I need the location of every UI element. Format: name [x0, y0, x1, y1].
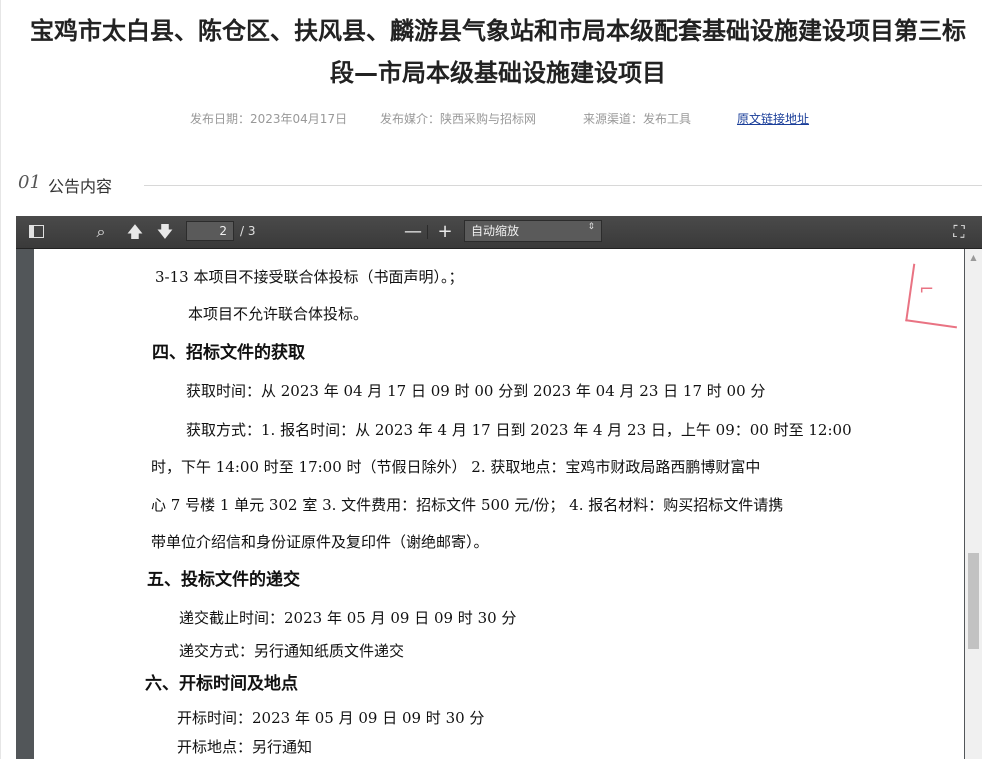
pdf-toolbar: ⌕ 🡅 🡇 2 / 3 — + 自动缩放 ⇕ ⛶ — [16, 216, 982, 249]
viewer-margin — [16, 249, 34, 759]
doc-line: 心 7 号楼 1 单元 302 室 3. 文件费用：招标文件 500 元/份； … — [151, 496, 784, 514]
scroll-up-icon[interactable]: ▲ — [965, 249, 982, 266]
sidebar-toggle-icon[interactable] — [26, 222, 48, 242]
doc-line: 开标地点：另行通知 — [177, 738, 313, 756]
page-title-line-1: 宝鸡市太白县、陈仓区、扶风县、麟游县气象站和市局本级配套基础设施建设项目第三标 — [30, 17, 966, 45]
arrow-down-icon[interactable]: 🡇 — [154, 222, 176, 242]
zoom-select[interactable]: 自动缩放 ⇕ — [464, 220, 602, 242]
chevron-updown-icon: ⇕ — [587, 222, 595, 232]
zoom-select-value: 自动缩放 — [471, 224, 520, 238]
arrow-up-icon[interactable]: 🡅 — [124, 222, 146, 242]
section-number: 01 — [18, 172, 41, 193]
doc-line: 带单位介绍信和身份证原件及复印件（谢绝邮寄）。 — [151, 533, 489, 551]
section-divider — [144, 185, 982, 186]
doc-line: 开标时间：2023 年 05 月 09 日 09 时 30 分 — [177, 709, 485, 727]
doc-line: 递交截止时间：2023 年 05 月 09 日 09 时 30 分 — [179, 609, 517, 627]
doc-line: 3-13 本项目不接受联合体投标（书面声明）。； — [155, 268, 464, 286]
doc-heading: 四、招标文件的获取 — [152, 343, 305, 363]
pdf-page: ⌐ 3-13 本项目不接受联合体投标（书面声明）。； 本项目不允许联合体投标。 … — [34, 249, 964, 759]
article-meta: 发布日期：2023年04月17日 发布媒介：陕西采购与招标网 来源渠道：发布工具… — [0, 110, 996, 128]
doc-line: 递交方式：另行通知纸质文件递交 — [179, 642, 405, 660]
doc-line: 获取时间：从 2023 年 04 月 17 日 09 时 00 分到 2023 … — [186, 382, 766, 400]
page-number-input[interactable]: 2 — [186, 221, 234, 241]
search-icon[interactable]: ⌕ — [90, 222, 112, 242]
page-title-line-2: 段—市局本级基础设施建设项目 — [330, 59, 666, 87]
seal-stamp-mark: ⌐ — [919, 279, 935, 300]
doc-heading: 五、投标文件的递交 — [147, 570, 300, 590]
pdf-scrollbar[interactable]: ▲ — [965, 249, 982, 759]
toolbar-divider — [427, 225, 428, 239]
doc-line: 获取方式：1. 报名时间：从 2023 年 4 月 17 日到 2023 年 4… — [186, 421, 852, 439]
section-header: 01 公告内容 — [18, 172, 982, 200]
fullscreen-icon[interactable]: ⛶ — [948, 222, 970, 242]
minus-icon[interactable]: — — [402, 222, 424, 242]
section-title: 公告内容 — [48, 177, 113, 196]
publish-date: 发布日期：2023年04月17日 — [190, 112, 348, 126]
page-title: 宝鸡市太白县、陈仓区、扶风县、麟游县气象站和市局本级配套基础设施建设项目第三标 … — [0, 10, 996, 94]
plus-icon[interactable]: + — [434, 222, 456, 242]
doc-line: 本项目不允许联合体投标。 — [188, 305, 369, 323]
doc-line: 时，下午 14:00 时至 17:00 时（节假日除外） 2. 获取地点：宝鸡市… — [151, 458, 761, 476]
source-link[interactable]: 原文链接地址 — [737, 110, 809, 127]
scroll-thumb[interactable] — [968, 553, 979, 649]
doc-heading: 六、开标时间及地点 — [145, 674, 298, 694]
seal-stamp — [905, 263, 964, 329]
publish-media: 发布媒介：陕西采购与招标网 — [380, 112, 537, 126]
pdf-viewer: ⌕ 🡅 🡇 2 / 3 — + 自动缩放 ⇕ ⛶ ⌐ 3-13 本项目不接受联合… — [16, 216, 982, 759]
source-channel: 来源渠道：发布工具 — [583, 112, 692, 126]
page-total: / 3 — [240, 224, 256, 238]
